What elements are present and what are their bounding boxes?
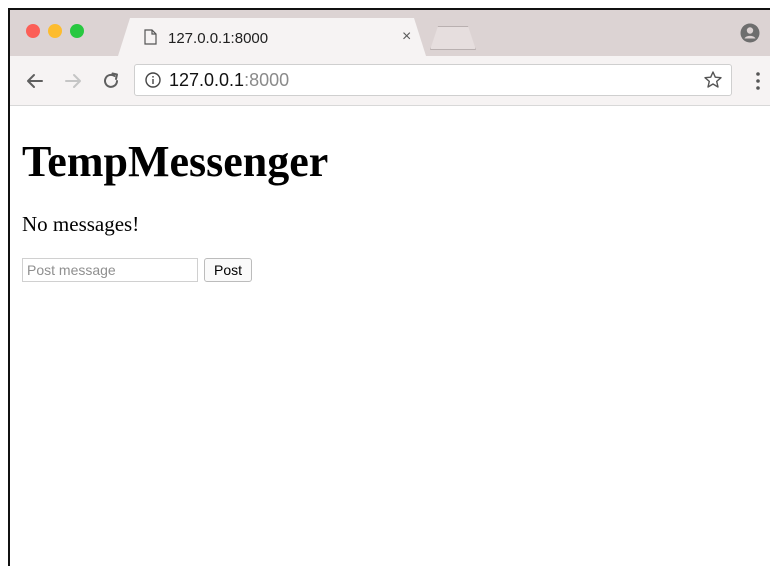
page-content: TempMessenger No messages! Post: [10, 106, 770, 566]
browser-tab[interactable]: 127.0.0.1:8000 ×: [118, 18, 426, 56]
back-arrow-icon[interactable]: [24, 70, 46, 92]
star-icon[interactable]: [703, 70, 723, 90]
address-bar[interactable]: 127.0.0.1:8000: [134, 64, 732, 96]
info-icon[interactable]: [145, 72, 161, 88]
new-tab-button[interactable]: [430, 26, 476, 50]
page-icon: [144, 29, 157, 45]
profile-icon[interactable]: [740, 23, 760, 43]
tab-close-icon[interactable]: ×: [402, 28, 411, 46]
post-message-input[interactable]: [22, 258, 198, 282]
url-text: 127.0.0.1:8000: [169, 70, 289, 91]
forward-arrow-icon[interactable]: [62, 70, 84, 92]
tab-title: 127.0.0.1:8000: [168, 30, 269, 47]
url-port: :8000: [244, 70, 290, 90]
post-button[interactable]: Post: [204, 258, 253, 282]
tab-strip: 127.0.0.1:8000 ×: [10, 10, 770, 56]
messages-status: No messages!: [22, 212, 140, 236]
minimize-window-button[interactable]: [48, 24, 62, 38]
browser-toolbar: 127.0.0.1:8000: [10, 56, 770, 106]
maximize-window-button[interactable]: [70, 24, 84, 38]
browser-window: 127.0.0.1:8000 × 127.0.0.1:8000 TempMess…: [8, 8, 770, 566]
window-controls: [26, 24, 84, 38]
close-window-button[interactable]: [26, 24, 40, 38]
url-host: 127.0.0.1: [169, 70, 245, 90]
menu-dots-icon[interactable]: [754, 70, 762, 92]
page-title: TempMessenger: [22, 137, 329, 186]
reload-icon[interactable]: [100, 70, 122, 92]
